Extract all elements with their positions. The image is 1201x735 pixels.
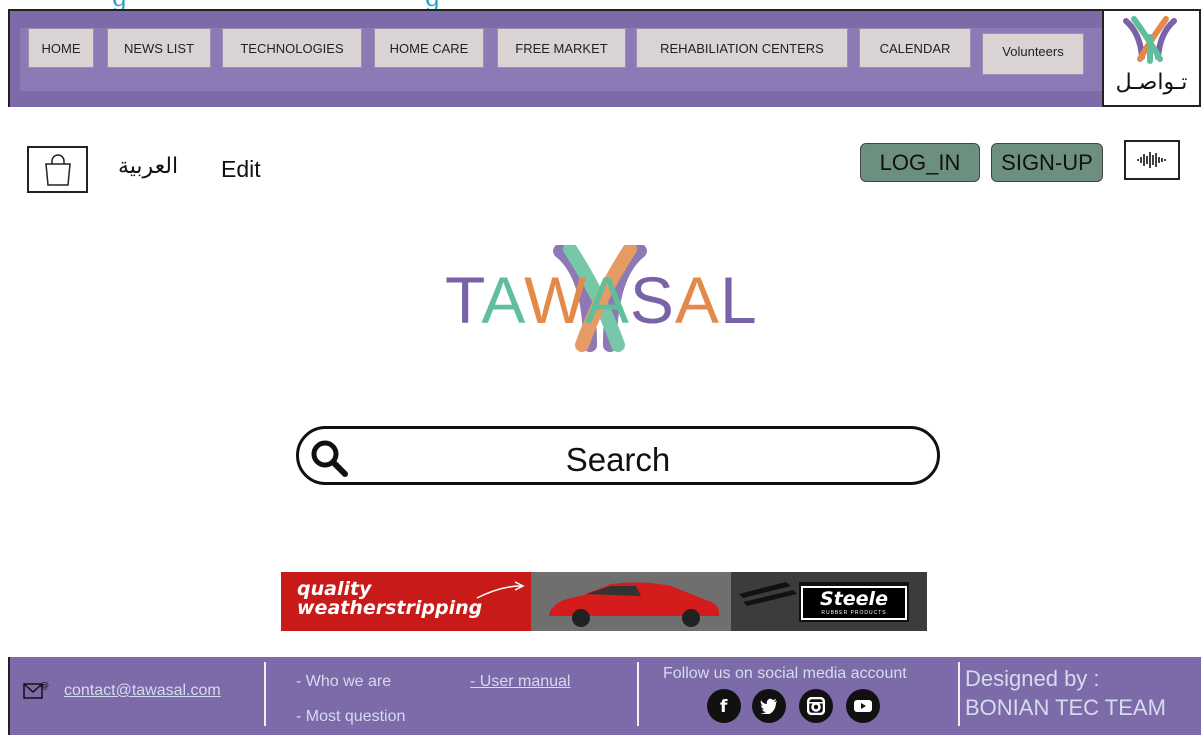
logo-letter: W bbox=[524, 263, 585, 337]
svg-text:f: f bbox=[720, 697, 728, 715]
search-bar[interactable]: Search bbox=[296, 426, 940, 485]
ad-brand: Steele RUBBER PRODUCTS bbox=[801, 586, 907, 620]
nav-free-market[interactable]: FREE MARKET bbox=[497, 28, 626, 68]
logo-letter: T bbox=[445, 263, 482, 337]
instagram-icon[interactable] bbox=[799, 689, 833, 723]
footer-divider bbox=[637, 662, 639, 726]
footer-designed-by: Designed by : bbox=[965, 666, 1100, 691]
youtube-icon[interactable] bbox=[846, 689, 880, 723]
footer-user-manual[interactable]: - User manual bbox=[470, 673, 570, 691]
cropped-heading-sliver: gg bbox=[0, 0, 1201, 9]
signup-button[interactable]: SIGN-UP bbox=[991, 143, 1103, 182]
logo-letter: A bbox=[481, 263, 524, 337]
twitter-icon[interactable] bbox=[752, 689, 786, 723]
search-label: Search bbox=[565, 441, 671, 478]
footer-divider bbox=[264, 662, 266, 726]
nav-technologies[interactable]: TECHNOLOGIES bbox=[222, 28, 362, 68]
nav-news-list[interactable]: NEWS LIST bbox=[107, 28, 211, 68]
svg-text:@: @ bbox=[40, 681, 49, 691]
logo-letter: S bbox=[629, 263, 675, 337]
audio-button[interactable] bbox=[1124, 140, 1180, 180]
footer-divider bbox=[958, 662, 960, 726]
shopping-bag-icon bbox=[44, 153, 71, 186]
logo-arabic-text: تـواصـل bbox=[1115, 70, 1188, 95]
tawasal-main-logo: TAWASAL bbox=[440, 245, 785, 353]
footer-team-name: BONIAN TEC TEAM bbox=[965, 695, 1166, 720]
cart-button[interactable] bbox=[27, 146, 88, 193]
mail-icon: @ bbox=[23, 681, 49, 699]
logo-letter: L bbox=[719, 263, 758, 337]
audio-wave-icon bbox=[1137, 152, 1166, 168]
footer-email-link[interactable]: contact@tawasal.com bbox=[64, 682, 221, 700]
nav-volunteers[interactable]: Volunteers bbox=[982, 33, 1084, 75]
nav-home-care[interactable]: HOME CARE bbox=[374, 28, 484, 68]
footer-who-we-are[interactable]: - Who we are bbox=[296, 673, 391, 691]
facebook-icon[interactable]: f bbox=[707, 689, 741, 723]
edit-link[interactable]: Edit bbox=[221, 156, 261, 183]
logo-letter: A bbox=[584, 263, 630, 337]
nav-rehabiliation-centers[interactable]: REHABILIATION CENTERS bbox=[636, 28, 848, 68]
footer-most-question[interactable]: - Most question bbox=[296, 708, 405, 726]
login-button[interactable]: LOG_IN bbox=[860, 143, 980, 182]
logo-letter: A bbox=[674, 263, 720, 337]
nav-calendar[interactable]: CALENDAR bbox=[859, 28, 971, 68]
arabic-language-link[interactable]: العربية bbox=[118, 154, 178, 179]
footer-follow-text: Follow us on social media account bbox=[663, 665, 907, 682]
logo-wordmark: TAWASAL bbox=[445, 267, 758, 333]
ad-banner[interactable]: quality weatherstripping Steele RUBBER P… bbox=[281, 572, 927, 631]
nav-home[interactable]: HOME bbox=[28, 28, 94, 68]
